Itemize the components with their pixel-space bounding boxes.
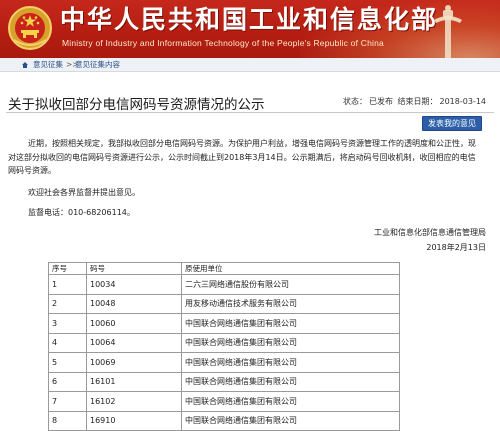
site-title: 中华人民共和国工业和信息化部 xyxy=(60,5,439,34)
cell-code: 10034 xyxy=(86,274,182,295)
cell-code: 10069 xyxy=(86,352,182,373)
table-row: 4 10064 中国联合网络通信集团有限公司 xyxy=(48,332,400,353)
breadcrumb: 意见征集 >> 意见征集内容 xyxy=(0,58,500,72)
number-resource-table: 序号 码号 原使用单位 1 10034 二六三网络通信股份有限公司 2 1004… xyxy=(48,262,400,431)
cell-index: 6 xyxy=(48,371,87,392)
table-header-row: 序号 码号 原使用单位 xyxy=(48,262,400,275)
status-line: 状态： 已发布 结束日期： 2018-03-14 xyxy=(341,96,486,107)
cell-index: 8 xyxy=(48,410,87,431)
cell-unit: 中国联合网络通信集团有限公司 xyxy=(181,313,400,334)
status-label: 状态： xyxy=(342,97,367,106)
deadline-label: 结束日期： xyxy=(397,97,438,106)
deadline-value: 2018-03-14 xyxy=(439,97,487,106)
table-row: 3 10060 中国联合网络通信集团有限公司 xyxy=(48,313,400,334)
cell-unit: 中国联合网络通信集团有限公司 xyxy=(181,352,400,373)
cell-code: 10060 xyxy=(86,313,182,334)
column-header-unit: 原使用单位 xyxy=(181,262,400,275)
table-row: 7 16102 中国联合网络通信集团有限公司 xyxy=(48,391,400,412)
cell-code: 16101 xyxy=(86,371,182,392)
site-subtitle: Ministry of Industry and Information Tec… xyxy=(62,38,384,48)
cell-unit: 中国联合网络通信集团有限公司 xyxy=(181,391,400,412)
breadcrumb-link-content[interactable]: 意见征集内容 xyxy=(75,58,120,72)
table-row: 8 16910 中国联合网络通信集团有限公司 xyxy=(48,410,400,431)
status-value: 已发布 xyxy=(368,97,393,106)
cell-index: 1 xyxy=(48,274,87,295)
cell-index: 2 xyxy=(48,293,87,314)
cell-index: 4 xyxy=(48,332,87,353)
cell-code: 10048 xyxy=(86,293,182,314)
cell-unit: 用友移动通信技术服务有限公司 xyxy=(181,293,400,314)
notice-paragraph: 近期，按照相关规定，我部拟收回部分电信网码号资源。为保护用户利益，增强电信网码号… xyxy=(8,139,476,175)
column-header-code: 码号 xyxy=(86,262,182,275)
cell-unit: 二六三网络通信股份有限公司 xyxy=(181,274,400,295)
home-icon[interactable] xyxy=(22,62,28,68)
cell-index: 5 xyxy=(48,352,87,373)
breadcrumb-link-opinion[interactable]: 意见征集 xyxy=(33,58,63,72)
cell-index: 7 xyxy=(48,391,87,412)
signature-date: 2018年2月13日 xyxy=(426,243,486,252)
cell-code: 16102 xyxy=(86,391,182,412)
table-row: 2 10048 用友移动通信技术服务有限公司 xyxy=(48,293,400,314)
cell-index: 3 xyxy=(48,313,87,334)
column-header-index: 序号 xyxy=(48,262,87,275)
invite-paragraph: 欢迎社会各界监督并提出意见。 xyxy=(28,188,140,197)
signature-organization: 工业和信息化部信息通信管理局 xyxy=(374,228,486,237)
cell-unit: 中国联合网络通信集团有限公司 xyxy=(181,410,400,431)
table-row: 6 16101 中国联合网络通信集团有限公司 xyxy=(48,371,400,392)
cell-code: 10064 xyxy=(86,332,182,353)
cell-unit: 中国联合网络通信集团有限公司 xyxy=(181,332,400,353)
table-row: 1 10034 二六三网络通信股份有限公司 xyxy=(48,274,400,295)
hotline-paragraph: 监督电话：010-68206114。 xyxy=(28,208,135,217)
title-divider xyxy=(6,112,494,113)
cell-code: 16910 xyxy=(86,410,182,431)
national-emblem-icon xyxy=(8,6,52,50)
cell-unit: 中国联合网络通信集团有限公司 xyxy=(181,371,400,392)
submit-opinion-button[interactable]: 发表我的意见 xyxy=(422,116,482,131)
huabiao-pillar-icon xyxy=(434,5,462,58)
site-header-banner: 中华人民共和国工业和信息化部 Ministry of Industry and … xyxy=(0,0,500,58)
page-title: 关于拟收回部分电信网码号资源情况的公示 xyxy=(8,97,265,113)
table-row: 5 10069 中国联合网络通信集团有限公司 xyxy=(48,352,400,373)
